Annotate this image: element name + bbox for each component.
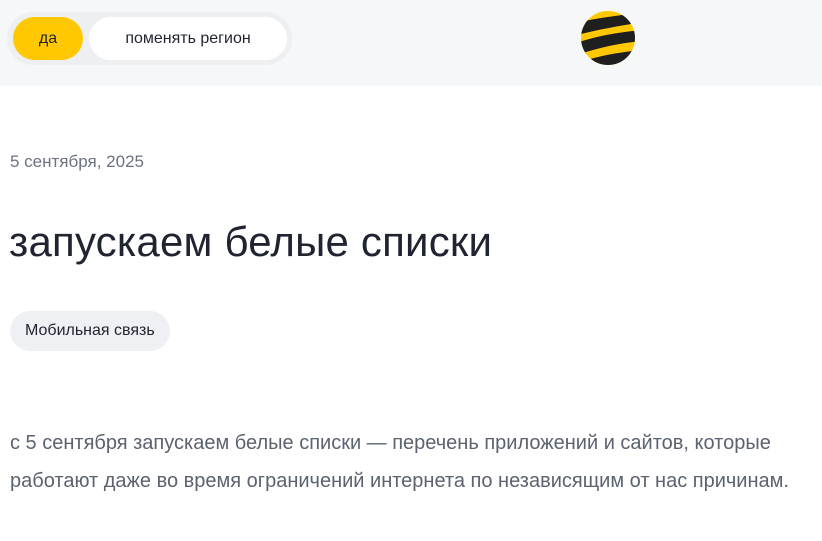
- top-bar: да поменять регион: [0, 0, 822, 86]
- article-date: 5 сентября, 2025: [10, 152, 144, 171]
- beeline-logo-icon[interactable]: [580, 10, 636, 66]
- category-tag[interactable]: Мобильная связь: [10, 311, 170, 351]
- page-title: запускаем белые списки: [9, 218, 493, 265]
- change-region-button[interactable]: поменять регион: [89, 17, 287, 60]
- region-prompt: да поменять регион: [7, 12, 292, 65]
- confirm-region-button[interactable]: да: [13, 17, 83, 60]
- article-body: с 5 сентября запускаем белые списки — пе…: [10, 432, 789, 492]
